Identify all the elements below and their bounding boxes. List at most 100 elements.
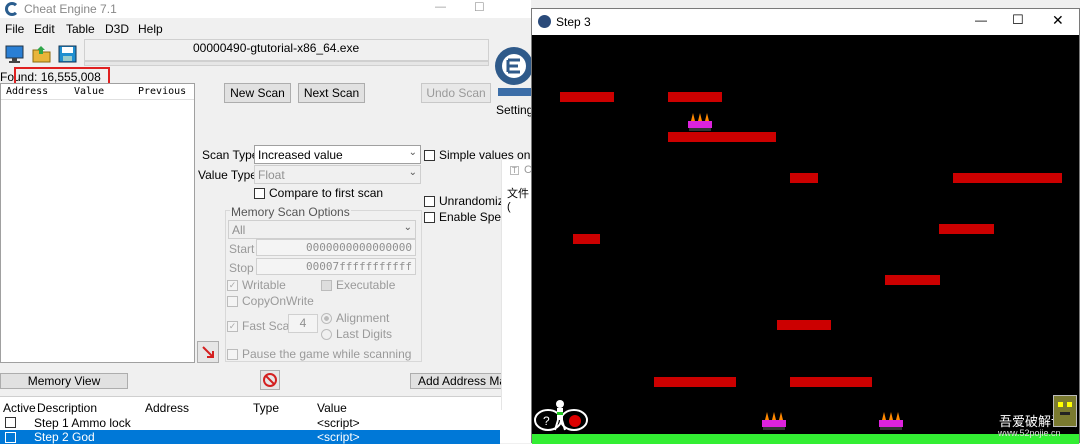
compare-first-label: Compare to first scan bbox=[269, 186, 384, 200]
pause-game-checkbox[interactable]: Pause the game while scanning bbox=[227, 347, 411, 361]
game-window: Step 3 — ☐ ✕ ? 吾爱破解论坛 www.52pojie.cn bbox=[531, 8, 1080, 444]
platform bbox=[953, 173, 1062, 183]
col-value-table[interactable]: Value bbox=[317, 401, 347, 415]
ce-logo-icon[interactable] bbox=[494, 40, 533, 102]
checkbox-box[interactable]: ✓ bbox=[227, 279, 238, 291]
stop-input[interactable]: 00007fffffffffff bbox=[256, 258, 416, 275]
start-value: 0000000000000000 bbox=[306, 241, 412, 254]
checkbox-box[interactable] bbox=[424, 211, 435, 223]
scan-type-label: Scan Type bbox=[202, 148, 259, 162]
col-type[interactable]: Type bbox=[253, 401, 279, 415]
arrow-icon bbox=[202, 346, 214, 358]
scan-type-select[interactable]: Increased value ⌄ bbox=[254, 145, 421, 164]
close-icon[interactable]: ✕ bbox=[1052, 12, 1064, 29]
stop-label: Stop bbox=[229, 261, 254, 275]
ce-window: Cheat Engine 7.1 — ☐ File Edit Table D3D… bbox=[0, 0, 539, 444]
checkbox-box[interactable] bbox=[424, 149, 435, 161]
menu-edit[interactable]: Edit bbox=[34, 22, 55, 36]
svg-text:?: ? bbox=[543, 414, 550, 428]
checkbox-box[interactable] bbox=[321, 279, 332, 291]
background-window: T C 文件( bbox=[501, 160, 532, 410]
background-window-menu: 文件( bbox=[507, 188, 529, 213]
memory-view-button[interactable]: Memory View bbox=[0, 373, 128, 389]
add-to-list-button[interactable] bbox=[197, 341, 219, 363]
results-header: Address Value Previous bbox=[1, 84, 194, 100]
open-icon[interactable] bbox=[31, 44, 53, 64]
platform bbox=[790, 377, 872, 387]
alignment-radio[interactable]: Alignment bbox=[321, 311, 389, 325]
menu-bar: File Edit Table D3D Help bbox=[0, 20, 300, 38]
results-list[interactable]: Address Value Previous bbox=[0, 83, 195, 363]
col-value[interactable]: Value bbox=[74, 86, 104, 97]
minimize-icon[interactable]: — bbox=[975, 13, 987, 27]
new-scan-button[interactable]: New Scan bbox=[224, 83, 291, 103]
row-description: Step 2 God bbox=[34, 430, 95, 444]
checkbox-box[interactable]: ✓ bbox=[227, 320, 238, 332]
fast-scan-input[interactable]: 4 bbox=[288, 314, 318, 333]
minimize-icon[interactable]: — bbox=[435, 1, 446, 13]
checkbox-box[interactable] bbox=[254, 187, 265, 199]
checkbox-box[interactable] bbox=[227, 295, 238, 307]
add-address-label: Add Address Ma bbox=[418, 374, 507, 388]
active-checkbox[interactable] bbox=[5, 417, 16, 428]
watermark-logo-icon bbox=[1053, 395, 1077, 427]
menu-file[interactable]: File bbox=[5, 22, 24, 36]
fast-scan-value: 4 bbox=[299, 316, 307, 330]
ce-title-bar: Cheat Engine 7.1 — ☐ bbox=[0, 0, 531, 18]
start-input[interactable]: 0000000000000000 bbox=[256, 239, 416, 256]
checkbox-box[interactable] bbox=[424, 195, 435, 207]
menu-help[interactable]: Help bbox=[138, 22, 163, 36]
copy-on-write-checkbox[interactable]: CopyOnWrite bbox=[227, 294, 314, 308]
platform bbox=[573, 234, 600, 244]
col-address[interactable]: Address bbox=[6, 86, 48, 97]
stop-icon[interactable] bbox=[260, 370, 280, 390]
last-digits-radio[interactable]: Last Digits bbox=[321, 327, 392, 341]
process-name: 00000490-gtutorial-x86_64.exe bbox=[193, 41, 360, 55]
platform bbox=[777, 320, 831, 330]
writable-checkbox[interactable]: ✓ Writable bbox=[227, 278, 286, 292]
player-sprite: ? bbox=[534, 400, 590, 434]
col-previous[interactable]: Previous bbox=[138, 86, 186, 97]
maximize-icon[interactable]: ☐ bbox=[1012, 12, 1024, 28]
platform bbox=[668, 92, 722, 102]
active-checkbox[interactable] bbox=[5, 432, 16, 443]
checkbox-box[interactable] bbox=[227, 348, 238, 360]
radio-button[interactable] bbox=[321, 328, 332, 340]
menu-table[interactable]: Table bbox=[66, 22, 95, 36]
col-address-table[interactable]: Address bbox=[145, 401, 189, 415]
region-select[interactable]: All ⌄ bbox=[228, 220, 416, 239]
progress-bar bbox=[84, 61, 489, 66]
game-window-title: Step 3 bbox=[556, 15, 591, 29]
writable-label: Writable bbox=[242, 278, 286, 292]
maximize-icon[interactable]: ☐ bbox=[474, 0, 485, 14]
process-name-bar[interactable]: 00000490-gtutorial-x86_64.exe bbox=[84, 39, 489, 61]
table-row[interactable]: Step 1 Ammo lock <script> bbox=[0, 415, 531, 430]
executable-label: Executable bbox=[336, 278, 396, 292]
platform bbox=[939, 224, 994, 234]
undo-scan-button[interactable]: Undo Scan bbox=[421, 83, 491, 103]
col-active[interactable]: Active bbox=[3, 401, 36, 415]
game-title-bar: Step 3 — ☐ ✕ bbox=[532, 9, 1079, 35]
monitor-icon[interactable] bbox=[4, 44, 26, 64]
unrandomizer-checkbox[interactable]: Unrandomize bbox=[424, 194, 510, 208]
alignment-label: Alignment bbox=[336, 311, 390, 325]
pause-game-label: Pause the game while scanning bbox=[242, 347, 412, 361]
menu-d3d[interactable]: D3D bbox=[105, 22, 129, 36]
executable-checkbox[interactable]: Executable bbox=[321, 278, 395, 292]
address-table-header: Active Description Address Type Value bbox=[0, 399, 531, 415]
start-label: Start bbox=[229, 242, 255, 256]
stop-value: 00007fffffffffff bbox=[306, 260, 412, 273]
fast-scan-checkbox[interactable]: ✓ Fast Scan bbox=[227, 319, 296, 333]
col-description[interactable]: Description bbox=[37, 401, 97, 415]
compare-first-checkbox[interactable]: Compare to first scan bbox=[254, 186, 383, 200]
radio-button[interactable] bbox=[321, 312, 332, 324]
address-table[interactable]: Active Description Address Type Value St… bbox=[0, 396, 531, 444]
last-digits-label: Last Digits bbox=[336, 327, 393, 341]
table-row[interactable]: Step 2 God <script> bbox=[0, 430, 500, 444]
memory-options-title: Memory Scan Options bbox=[230, 205, 351, 219]
game-canvas[interactable]: ? 吾爱破解论坛 www.52pojie.cn bbox=[532, 35, 1079, 444]
save-icon[interactable] bbox=[57, 44, 79, 64]
unrandomizer-label: Unrandomize bbox=[439, 194, 511, 208]
next-scan-button[interactable]: Next Scan bbox=[298, 83, 365, 103]
value-type-select[interactable]: Float ⌄ bbox=[254, 165, 421, 184]
